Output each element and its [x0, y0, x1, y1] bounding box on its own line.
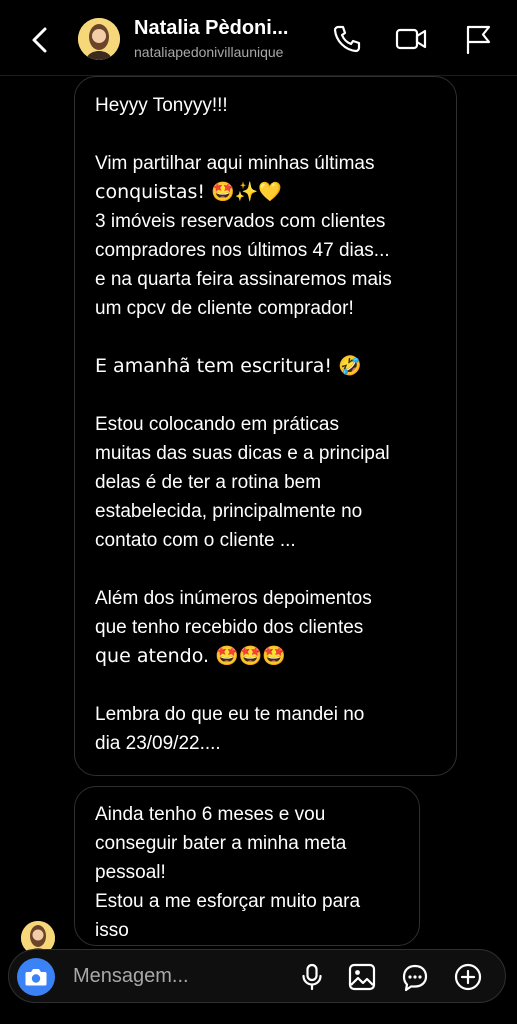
message-bubble[interactable]: Heyyy Tonyyy!!! Vim partilhar aqui minha…: [74, 76, 457, 776]
sticker-icon[interactable]: [400, 962, 430, 992]
message-line: que tenho recebido dos clientes: [95, 617, 364, 638]
message-line: [95, 120, 436, 149]
message-line: [95, 323, 436, 352]
message-line: Estou colocando em práticas: [95, 414, 339, 435]
message-bubble[interactable]: Ainda tenho 6 meses e vou conseguir bate…: [74, 786, 420, 946]
message-line: um cpcv de cliente comprador!: [95, 298, 354, 319]
contact-info[interactable]: Natalia Pèdoni... nataliapedonivillauniq…: [134, 16, 319, 62]
chat-header: Natalia Pèdoni... nataliapedonivillauniq…: [0, 0, 517, 76]
message-line: pessoal!: [95, 862, 166, 883]
phone-icon[interactable]: [330, 22, 364, 56]
plus-icon[interactable]: [453, 962, 483, 992]
message-line: compradores nos últimos 47 dias...: [95, 240, 390, 261]
message-line: Além dos inúmeros depoimentos: [95, 588, 372, 609]
message-line: muitas das suas dicas e a principal: [95, 443, 390, 464]
message-line: Ainda tenho 6 meses e vou: [95, 804, 326, 825]
avatar-image: [78, 18, 120, 60]
message-line: [95, 671, 436, 700]
message-line: Vim partilhar aqui minhas últimas: [95, 153, 375, 174]
message-line: estabelecida, principalmente no: [95, 501, 363, 522]
message-line: 3 imóveis reservados com clientes: [95, 211, 386, 232]
message-line: contato com o cliente ...: [95, 530, 296, 551]
message-line: Lembra do que eu te mandei no: [95, 704, 365, 725]
message-line: conquistas! 🤩✨💛: [95, 181, 283, 203]
bottom-safe-area: [0, 1004, 517, 1024]
message-line: conseguir bater a minha meta: [95, 833, 347, 854]
message-line: Estou a me esforçar muito para: [95, 891, 361, 912]
image-icon[interactable]: [347, 962, 377, 992]
contact-username: nataliapedonivillaunique: [134, 44, 284, 60]
message-line: que atendo. 🤩🤩🤩: [95, 645, 287, 667]
message-line: isso: [95, 920, 129, 941]
flag-icon[interactable]: [461, 22, 495, 56]
message-line: dia 23/09/22....: [95, 733, 221, 754]
message-input[interactable]: Mensagem...: [73, 965, 189, 988]
message-line: E amanhã tem escritura! 🤣: [95, 355, 362, 377]
microphone-icon[interactable]: [297, 962, 327, 992]
message-composer[interactable]: Mensagem...: [8, 949, 506, 1003]
chat-screen: Natalia Pèdoni... nataliapedonivillauniq…: [0, 0, 517, 1024]
message-line: [95, 555, 436, 584]
message-line: [95, 381, 436, 410]
avatar[interactable]: [78, 18, 120, 60]
camera-button[interactable]: [17, 958, 55, 996]
message-line: e na quarta feira assinaremos mais: [95, 269, 392, 290]
back-icon[interactable]: [22, 22, 58, 58]
message-line: delas é de ter a rotina bem: [95, 472, 322, 493]
camera-icon: [25, 969, 47, 986]
video-icon[interactable]: [394, 22, 428, 56]
message-line: Heyyy Tonyyy!!!: [95, 95, 228, 116]
contact-name[interactable]: Natalia Pèdoni...: [134, 16, 319, 40]
